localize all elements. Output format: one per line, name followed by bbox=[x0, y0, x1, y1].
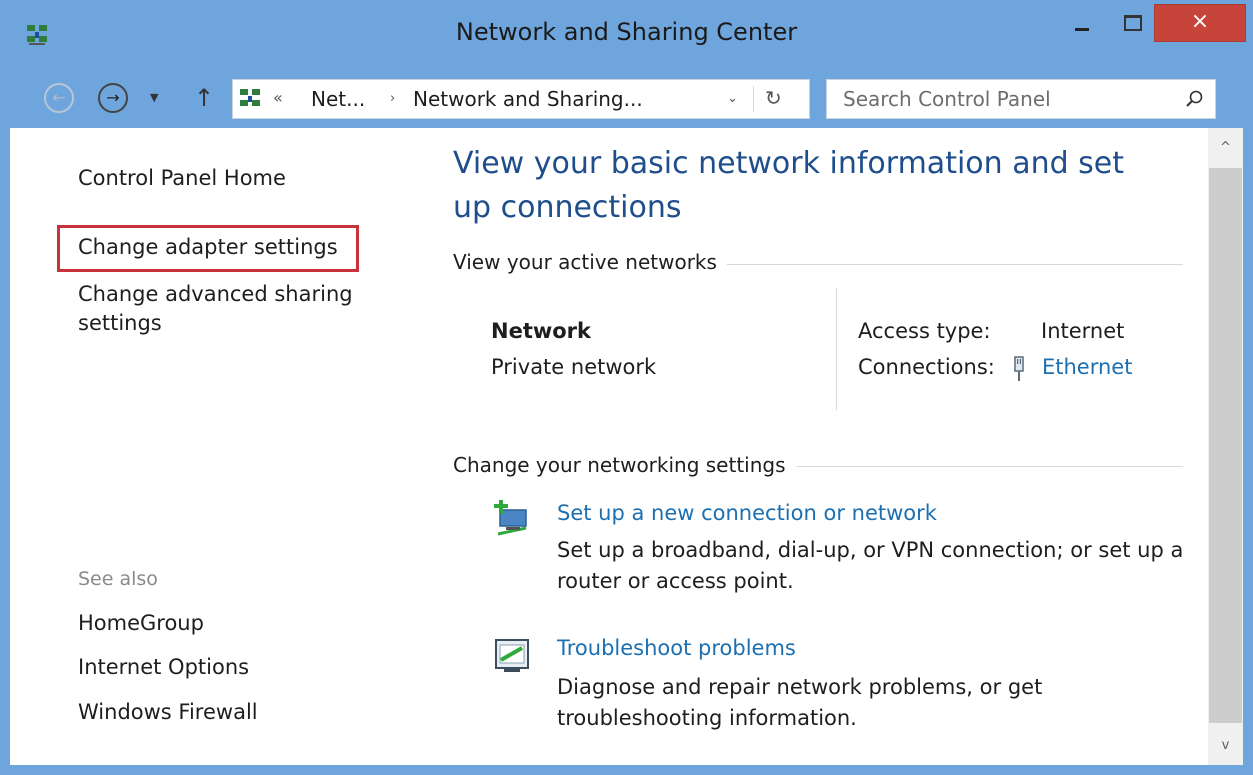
address-bar[interactable]: « Net... › Network and Sharing... ⌄ ↻ bbox=[232, 79, 810, 119]
active-networks-title: View your active networks bbox=[453, 250, 727, 274]
vertical-scrollbar[interactable]: ^ v bbox=[1208, 128, 1243, 765]
sidebar-item-homegroup[interactable]: HomeGroup bbox=[78, 611, 204, 635]
title-bar: Network and Sharing Center × bbox=[0, 0, 1253, 70]
troubleshoot-icon bbox=[495, 639, 529, 672]
sidebar-item-change-advanced-sharing-line2[interactable]: settings bbox=[78, 311, 162, 335]
hidden-breadcrumbs-chevron-icon[interactable]: « bbox=[273, 88, 283, 107]
content-area: Control Panel Home Change adapter settin… bbox=[10, 128, 1243, 765]
maximize-icon bbox=[1124, 15, 1142, 31]
chevron-down-icon: ▼ bbox=[150, 91, 159, 104]
ethernet-icon bbox=[1014, 356, 1024, 381]
network-type: Private network bbox=[491, 355, 657, 379]
scroll-down-arrow-icon[interactable]: v bbox=[1208, 728, 1243, 764]
up-button[interactable]: ↑ bbox=[194, 83, 214, 113]
search-box[interactable]: Search Control Panel bbox=[826, 79, 1216, 119]
recent-locations-button[interactable]: ▼ bbox=[150, 91, 158, 104]
setup-connection-link[interactable]: Set up a new connection or network bbox=[557, 501, 937, 525]
address-dropdown-icon[interactable]: ⌄ bbox=[727, 91, 738, 106]
troubleshoot-description: Diagnose and repair network problems, or… bbox=[557, 675, 1043, 730]
access-type-value: Internet bbox=[1041, 319, 1125, 343]
maximize-button[interactable] bbox=[1110, 4, 1156, 42]
minimize-button[interactable] bbox=[1063, 4, 1107, 42]
troubleshoot-problems-link[interactable]: Troubleshoot problems bbox=[557, 636, 796, 660]
change-settings-title: Change your networking settings bbox=[453, 453, 796, 477]
scroll-up-arrow-icon[interactable]: ^ bbox=[1208, 130, 1243, 166]
search-input[interactable]: Search Control Panel bbox=[843, 87, 1051, 111]
address-divider bbox=[753, 86, 754, 112]
breadcrumb-network[interactable]: Net... bbox=[311, 87, 365, 111]
minimize-icon bbox=[1075, 28, 1089, 31]
network-name: Network bbox=[491, 319, 592, 343]
refresh-icon[interactable]: ↻ bbox=[765, 86, 782, 110]
see-also-label: See also bbox=[78, 568, 158, 590]
window-frame: Network and Sharing Center × ← → ▼ ↑ « N… bbox=[0, 0, 1253, 775]
connections-label: Connections: bbox=[858, 355, 995, 379]
ethernet-connection-link[interactable]: Ethernet bbox=[1042, 355, 1132, 379]
page-title: View your basic network information and … bbox=[453, 146, 1125, 225]
sidebar: Control Panel Home Change adapter settin… bbox=[10, 128, 430, 765]
access-type-label: Access type: bbox=[858, 319, 991, 343]
sidebar-item-windows-firewall[interactable]: Windows Firewall bbox=[78, 700, 258, 724]
close-icon: × bbox=[1190, 9, 1210, 34]
setup-connection-description: Set up a broadband, dial-up, or VPN conn… bbox=[557, 538, 1184, 593]
scroll-thumb[interactable] bbox=[1209, 168, 1242, 723]
network-icon bbox=[240, 89, 260, 106]
navigation-bar: ← → ▼ ↑ « Net... › Network and Sharing..… bbox=[0, 70, 1253, 128]
sidebar-item-control-panel-home[interactable]: Control Panel Home bbox=[78, 166, 286, 190]
sidebar-item-change-advanced-sharing[interactable]: Change advanced sharing bbox=[78, 282, 353, 306]
search-icon[interactable] bbox=[1185, 89, 1205, 109]
breadcrumb-network-and-sharing[interactable]: Network and Sharing... bbox=[413, 87, 643, 111]
network-info-divider bbox=[836, 288, 837, 410]
main-panel: View your basic network information and … bbox=[430, 128, 1210, 765]
breadcrumb-separator-icon[interactable]: › bbox=[390, 91, 395, 106]
back-button[interactable]: ← bbox=[44, 83, 74, 113]
close-button[interactable]: × bbox=[1154, 4, 1246, 42]
forward-button[interactable]: → bbox=[98, 83, 128, 113]
up-arrow-icon: ↑ bbox=[194, 84, 215, 112]
forward-arrow-icon: → bbox=[106, 88, 120, 107]
sidebar-item-internet-options[interactable]: Internet Options bbox=[78, 655, 249, 679]
back-arrow-icon: ← bbox=[52, 88, 66, 107]
new-connection-icon bbox=[494, 500, 527, 536]
sidebar-item-change-adapter-settings[interactable]: Change adapter settings bbox=[78, 235, 338, 259]
